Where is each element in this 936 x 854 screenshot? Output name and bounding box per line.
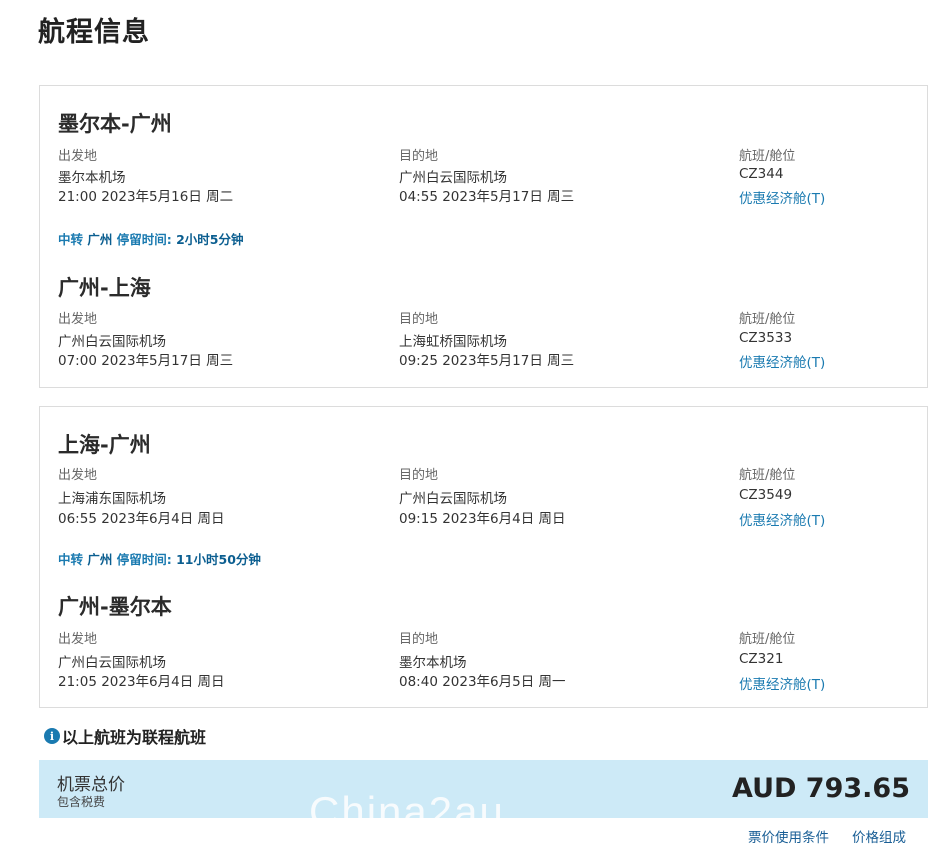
flight-number: CZ3549 [739,487,793,503]
origin-label: 出发地 [58,312,98,327]
destination-label: 目的地 [399,149,439,164]
page-title: 航程信息 [38,17,150,48]
trip-card-return: 上海-广州 出发地 目的地 航班/舱位 上海浦东国际机场 06:55 2023年… [39,406,928,708]
total-price-amount: AUD 793.65 [732,773,910,804]
connection-note-text: 以上航班为联程航班 [62,728,207,747]
transfer-city: 广州 [87,232,113,247]
destination-label: 目的地 [399,632,439,647]
destination-airport: 广州白云国际机场 [399,491,507,507]
origin-time: 21:00 2023年5月16日 周二 [58,189,234,205]
origin-time: 07:00 2023年5月17日 周三 [58,353,234,369]
cabin-class-link[interactable]: 优惠经济舱(T) [739,187,825,207]
cabin-class-link[interactable]: 优惠经济舱(T) [739,673,825,693]
origin-time: 21:05 2023年6月4日 周日 [58,674,225,690]
transfer-info: 中转 广州 停留时间: 2小时5分钟 [58,229,244,248]
destination-airport: 广州白云国际机场 [399,170,507,186]
trip-card-outbound: 墨尔本-广州 出发地 目的地 航班/舱位 墨尔本机场 21:00 2023年5月… [39,85,928,388]
segment-route-title: 广州-墨尔本 [58,595,172,619]
transfer-prefix: 中转 [58,552,84,567]
total-price-label: 机票总价 [57,775,125,795]
transfer-stay-label: 停留时间: [116,552,172,567]
transfer-duration: 11小时50分钟 [176,552,261,567]
segment-route-title: 墨尔本-广州 [58,112,172,136]
cabin-class-link[interactable]: 优惠经济舱(T) [739,351,825,371]
watermark: China2au [309,788,505,818]
destination-time: 04:55 2023年5月17日 周三 [399,189,575,205]
transfer-prefix: 中转 [58,232,84,247]
destination-time: 09:25 2023年5月17日 周三 [399,353,575,369]
transfer-info: 中转 广州 停留时间: 11小时50分钟 [58,549,261,568]
origin-label: 出发地 [58,468,98,483]
origin-airport: 广州白云国际机场 [58,334,166,350]
flight-cabin-label: 航班/舱位 [739,149,796,164]
destination-airport: 墨尔本机场 [399,655,467,671]
cabin-class-link[interactable]: 优惠经济舱(T) [739,509,825,529]
destination-airport: 上海虹桥国际机场 [399,334,507,350]
flight-number: CZ321 [739,651,784,667]
destination-time: 08:40 2023年6月5日 周一 [399,674,566,690]
info-icon: i [44,728,60,744]
origin-time: 06:55 2023年6月4日 周日 [58,511,225,527]
total-price-panel: 机票总价 包含税费 China2au AUD 793.65 [39,760,928,818]
transfer-duration: 2小时5分钟 [176,232,244,247]
segment-route-title: 上海-广州 [58,433,151,457]
transfer-city: 广州 [87,552,113,567]
origin-label: 出发地 [58,149,98,164]
flight-cabin-label: 航班/舱位 [739,312,796,327]
flight-number: CZ344 [739,166,784,182]
connection-note: i 以上航班为联程航班 [44,724,206,748]
flight-number: CZ3533 [739,330,793,346]
segment-route-title: 广州-上海 [58,276,151,300]
flight-cabin-label: 航班/舱位 [739,632,796,647]
flight-cabin-label: 航班/舱位 [739,468,796,483]
destination-label: 目的地 [399,312,439,327]
origin-label: 出发地 [58,632,98,647]
destination-label: 目的地 [399,468,439,483]
fare-rules-link[interactable]: 票价使用条件 [748,826,829,846]
origin-airport: 墨尔本机场 [58,170,126,186]
origin-airport: 上海浦东国际机场 [58,491,166,507]
origin-airport: 广州白云国际机场 [58,655,166,671]
tax-included-label: 包含税费 [57,795,106,809]
price-breakdown-link[interactable]: 价格组成 [852,826,906,846]
destination-time: 09:15 2023年6月4日 周日 [399,511,566,527]
transfer-stay-label: 停留时间: [116,232,172,247]
